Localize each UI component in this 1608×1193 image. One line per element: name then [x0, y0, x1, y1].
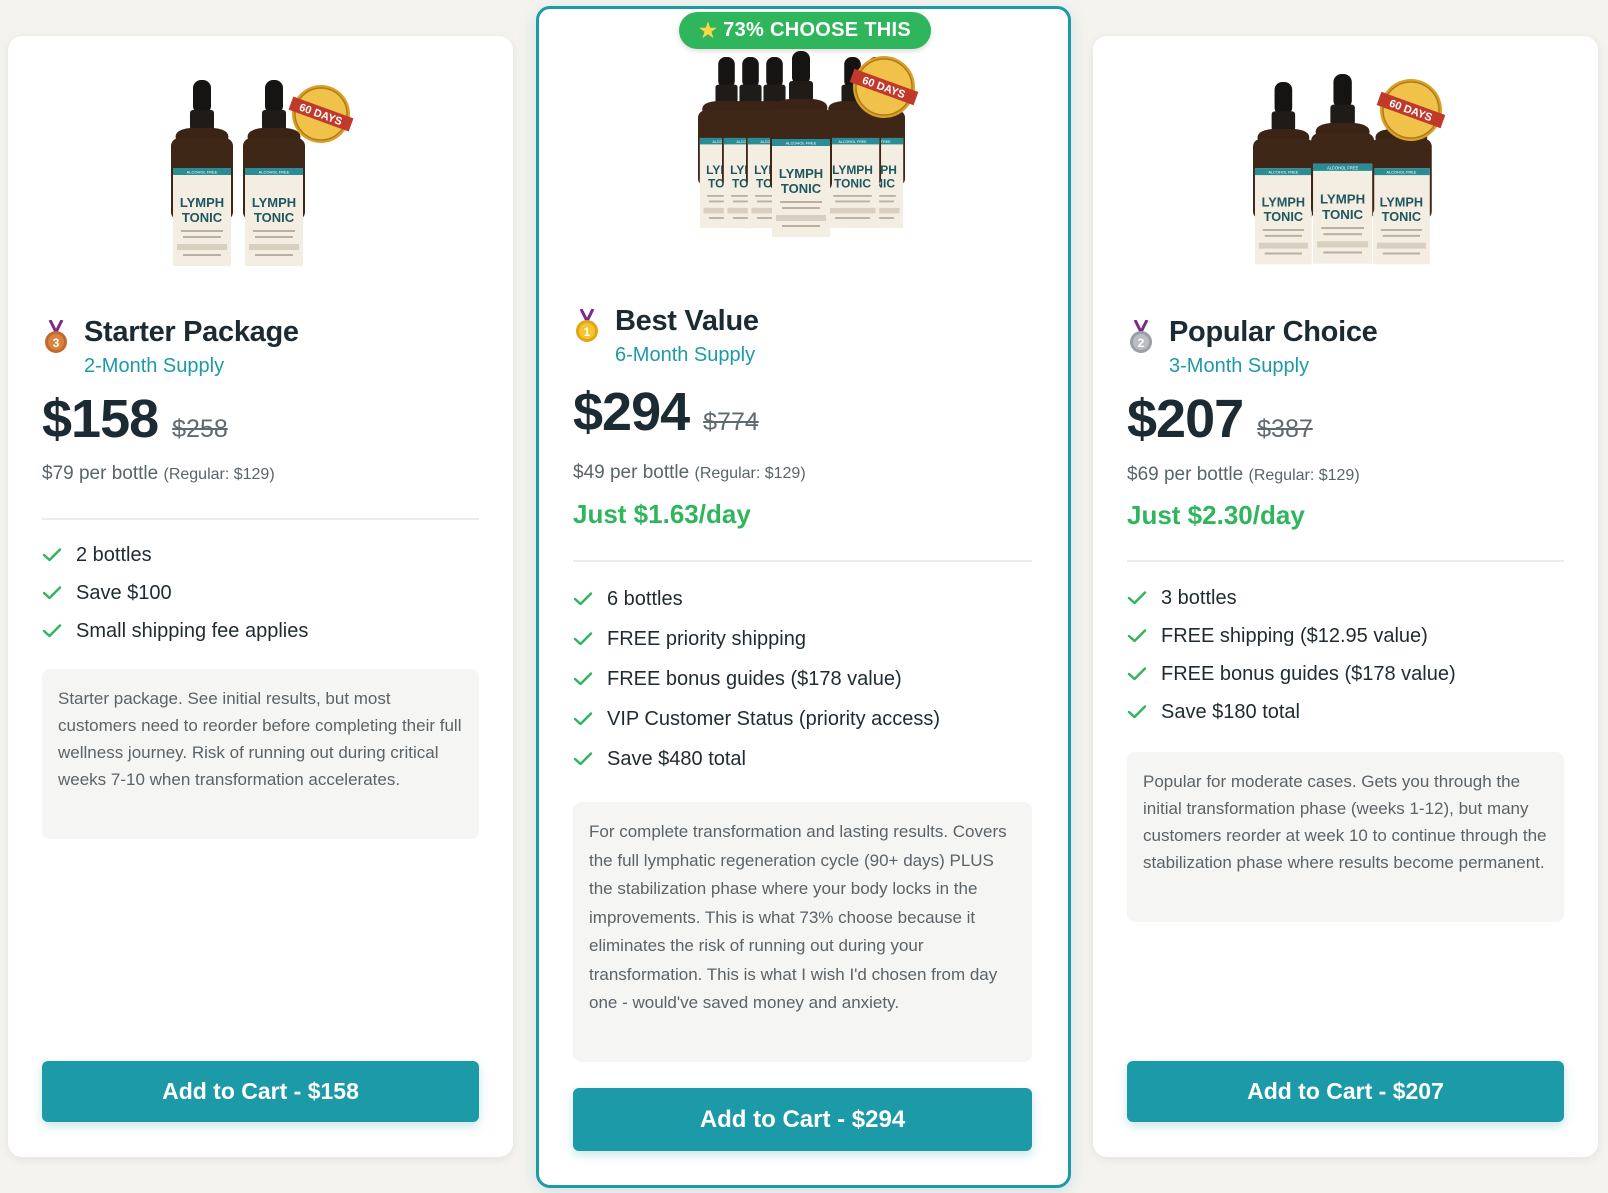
- product-image-2-bottles: ALCOHOL FREE LYMPH TONIC ALCOHOL FREE LY…: [8, 74, 513, 289]
- per-bottle-price: $49 per bottle (Regular: $129): [573, 462, 806, 483]
- add-to-cart-button[interactable]: Add to Cart - $158: [42, 1061, 479, 1122]
- svg-text:LYMPH: LYMPH: [251, 195, 295, 210]
- feature-item: 6 bottles: [573, 579, 940, 619]
- svg-text:1: 1: [584, 325, 591, 339]
- svg-text:LYMPH: LYMPH: [1379, 194, 1422, 209]
- feature-item: Save $180 total: [1127, 693, 1456, 731]
- check-icon: [1127, 667, 1147, 681]
- check-icon: [1127, 629, 1147, 643]
- package-price: $294: [573, 382, 690, 442]
- package-price: $207: [1127, 389, 1244, 449]
- star-icon: ★: [698, 20, 718, 42]
- per-bottle-price: $69 per bottle (Regular: $129): [1127, 464, 1360, 485]
- feature-item: 2 bottles: [42, 536, 308, 574]
- check-icon: [573, 672, 593, 686]
- feature-list: 3 bottles FREE shipping ($12.95 value) FRE…: [1127, 579, 1456, 731]
- check-icon: [42, 548, 62, 562]
- feature-item: 3 bottles: [1127, 579, 1456, 617]
- svg-text:TONIC: TONIC: [780, 181, 821, 196]
- package-description: For complete transformation and lasting …: [573, 802, 1032, 1062]
- check-icon: [42, 586, 62, 600]
- feature-item: FREE shipping ($12.95 value): [1127, 617, 1456, 655]
- package-supply: 2-Month Supply: [84, 355, 225, 377]
- divider: [42, 518, 479, 520]
- svg-text:ALCOHOL FREE: ALCOHOL FREE: [1268, 170, 1298, 175]
- package-supply: 3-Month Supply: [1169, 355, 1310, 377]
- package-card-starter: ALCOHOL FREE LYMPH TONIC ALCOHOL FREE LY…: [8, 36, 513, 1157]
- package-old-price: $258: [172, 415, 228, 443]
- package-old-price: $387: [1257, 415, 1313, 443]
- feature-list: 2 bottles Save $100 Small shipping fee app…: [42, 536, 308, 650]
- feature-list: 6 bottles FREE priority shipping FREE bonu…: [573, 579, 940, 779]
- divider: [1127, 560, 1564, 562]
- svg-text:LYMPH: LYMPH: [179, 195, 223, 210]
- per-day-price: Just $1.63/day: [573, 499, 751, 529]
- svg-text:ALCOHOL FREE: ALCOHOL FREE: [1326, 165, 1358, 170]
- bottle: ALCOHOL FREE LYMPH TONIC: [1252, 82, 1314, 265]
- per-bottle-price: $79 per bottle (Regular: $129): [42, 463, 275, 484]
- package-title: Popular Choice: [1169, 316, 1378, 348]
- svg-text:ALCOHOL FREE: ALCOHOL FREE: [838, 140, 867, 144]
- svg-text:LYMPH: LYMPH: [1320, 192, 1365, 207]
- package-price: $158: [42, 389, 159, 449]
- package-old-price: $774: [703, 408, 759, 436]
- feature-item: Save $480 total: [573, 739, 940, 779]
- package-description: Popular for moderate cases. Gets you thr…: [1127, 752, 1564, 922]
- product-image-6-bottles: ALCOHOL FREE LYMPH TONIC ALCOHOL FREE LY…: [539, 47, 1068, 272]
- package-supply: 6-Month Supply: [615, 344, 756, 366]
- bottle: ALCOHOL FREE LYMPH TONIC: [1310, 74, 1374, 264]
- svg-text:TONIC: TONIC: [1381, 209, 1420, 224]
- package-title: Starter Package: [84, 316, 299, 348]
- divider: [573, 560, 1032, 562]
- svg-text:3: 3: [53, 336, 60, 350]
- silver-medal-icon: 2: [1130, 320, 1152, 353]
- per-day-price: Just $2.30/day: [1127, 500, 1305, 530]
- feature-item: FREE bonus guides ($178 value): [573, 659, 940, 699]
- package-title: Best Value: [615, 305, 759, 337]
- svg-text:ALCOHOL FREE: ALCOHOL FREE: [258, 170, 289, 175]
- add-to-cart-button[interactable]: Add to Cart - $294: [573, 1088, 1032, 1151]
- svg-text:TONIC: TONIC: [181, 210, 222, 225]
- package-card-popular-choice: ALCOHOL FREE LYMPH TONIC ALCOHOL FREE LY…: [1093, 36, 1598, 1157]
- check-icon: [573, 752, 593, 766]
- svg-text:LYMPH: LYMPH: [1261, 194, 1304, 209]
- svg-text:TONIC: TONIC: [253, 210, 294, 225]
- svg-text:TONIC: TONIC: [1263, 209, 1302, 224]
- feature-item: FREE bonus guides ($178 value): [1127, 655, 1456, 693]
- gold-medal-icon: 1: [576, 309, 598, 342]
- svg-text:ALCOHOL FREE: ALCOHOL FREE: [785, 141, 816, 146]
- svg-text:2: 2: [1138, 336, 1145, 350]
- product-image-3-bottles: ALCOHOL FREE LYMPH TONIC ALCOHOL FREE LY…: [1093, 68, 1598, 288]
- feature-item: Save $100: [42, 574, 308, 612]
- svg-text:TONIC: TONIC: [834, 177, 871, 191]
- check-icon: [573, 712, 593, 726]
- package-description: Starter package. See initial results, bu…: [42, 669, 479, 839]
- svg-text:ALCOHOL FREE: ALCOHOL FREE: [186, 170, 217, 175]
- check-icon: [42, 624, 62, 638]
- svg-text:TONIC: TONIC: [1322, 207, 1363, 222]
- feature-item: VIP Customer Status (priority access): [573, 699, 940, 739]
- svg-text:LYMPH: LYMPH: [778, 166, 822, 181]
- feature-item: FREE priority shipping: [573, 619, 940, 659]
- bottle: ALCOHOL FREE LYMPH TONIC: [170, 80, 233, 266]
- feature-item: Small shipping fee applies: [42, 612, 308, 650]
- package-card-best-value: ★ 73% CHOOSE THIS ALCOHOL FREE LYMPH TON…: [536, 6, 1071, 1188]
- popularity-badge: ★ 73% CHOOSE THIS: [679, 12, 931, 49]
- bronze-medal-icon: 3: [45, 320, 67, 353]
- svg-text:LYMPH: LYMPH: [832, 163, 873, 177]
- check-icon: [1127, 591, 1147, 605]
- check-icon: [573, 632, 593, 646]
- svg-text:ALCOHOL FREE: ALCOHOL FREE: [1386, 170, 1416, 175]
- add-to-cart-button[interactable]: Add to Cart - $207: [1127, 1061, 1564, 1122]
- check-icon: [573, 592, 593, 606]
- check-icon: [1127, 705, 1147, 719]
